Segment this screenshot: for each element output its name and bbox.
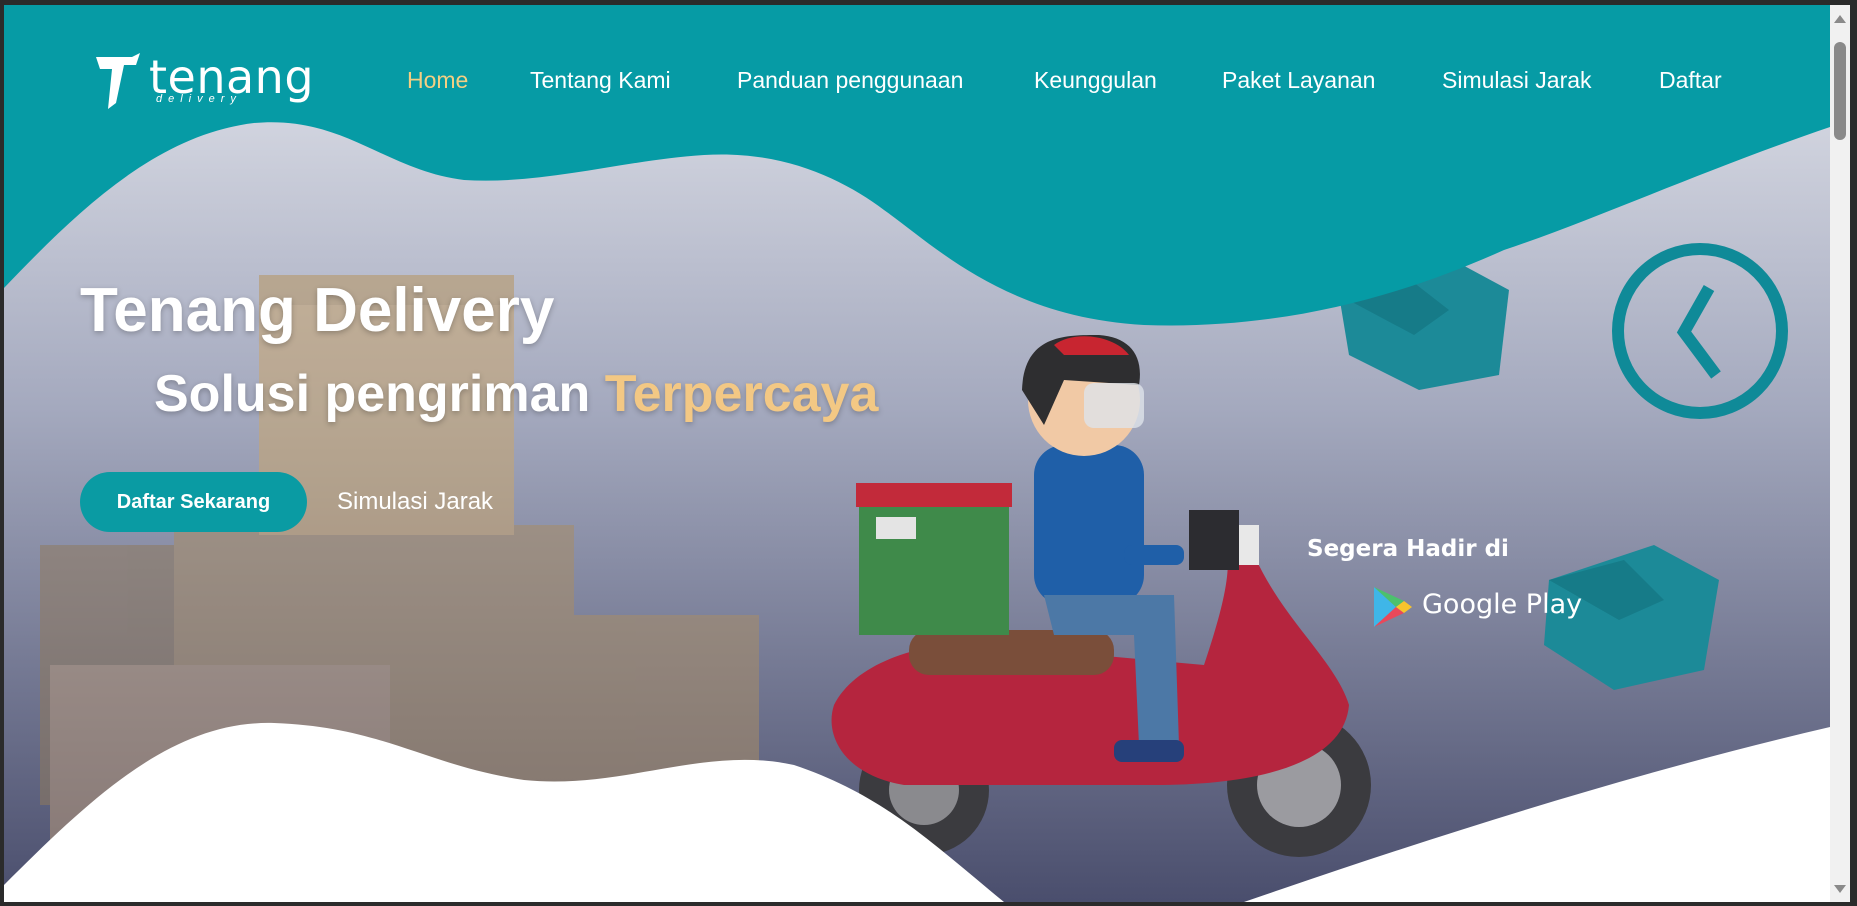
nav-home[interactable]: Home	[407, 67, 468, 94]
logo-t-icon	[96, 53, 140, 109]
google-play-badge[interactable]: Google Play	[1372, 583, 1582, 631]
hero-subtitle-accent: Terpercaya	[604, 365, 879, 423]
simulasi-jarak-link[interactable]: Simulasi Jarak	[337, 488, 493, 516]
hero-subtitle: Solusi pengriman Terpercaya	[154, 364, 878, 424]
scroll-down-arrow-icon[interactable]	[1834, 885, 1846, 893]
hero-title: Tenang Delivery	[80, 276, 555, 345]
nav-paket-layanan[interactable]: Paket Layanan	[1222, 67, 1375, 94]
coming-soon-label: Segera Hadir di	[1307, 536, 1509, 562]
bottom-wave	[4, 722, 1830, 902]
scroll-thumb[interactable]	[1834, 42, 1846, 140]
google-play-label: Google Play	[1422, 589, 1583, 620]
nav-daftar[interactable]: Daftar	[1659, 67, 1722, 94]
nav-simulasi-jarak[interactable]: Simulasi Jarak	[1442, 67, 1592, 94]
browser-window: tenang delivery Home Tentang Kami Pandua…	[4, 5, 1850, 902]
brand-logo[interactable]: tenang delivery	[96, 53, 314, 113]
nav-keunggulan[interactable]: Keunggulan	[1034, 67, 1157, 94]
google-play-icon	[1374, 587, 1412, 627]
nav-panduan[interactable]: Panduan penggunaan	[737, 67, 963, 94]
hero-subtitle-main: Solusi pengriman	[154, 365, 605, 423]
nav-tentang-kami[interactable]: Tentang Kami	[530, 67, 671, 94]
vertical-scrollbar[interactable]	[1830, 5, 1850, 902]
hero-section: tenang delivery Home Tentang Kami Pandua…	[4, 5, 1830, 902]
scroll-up-arrow-icon[interactable]	[1834, 15, 1846, 23]
logo-tagline: delivery	[156, 93, 242, 105]
daftar-sekarang-button[interactable]: Daftar Sekarang	[80, 472, 307, 532]
